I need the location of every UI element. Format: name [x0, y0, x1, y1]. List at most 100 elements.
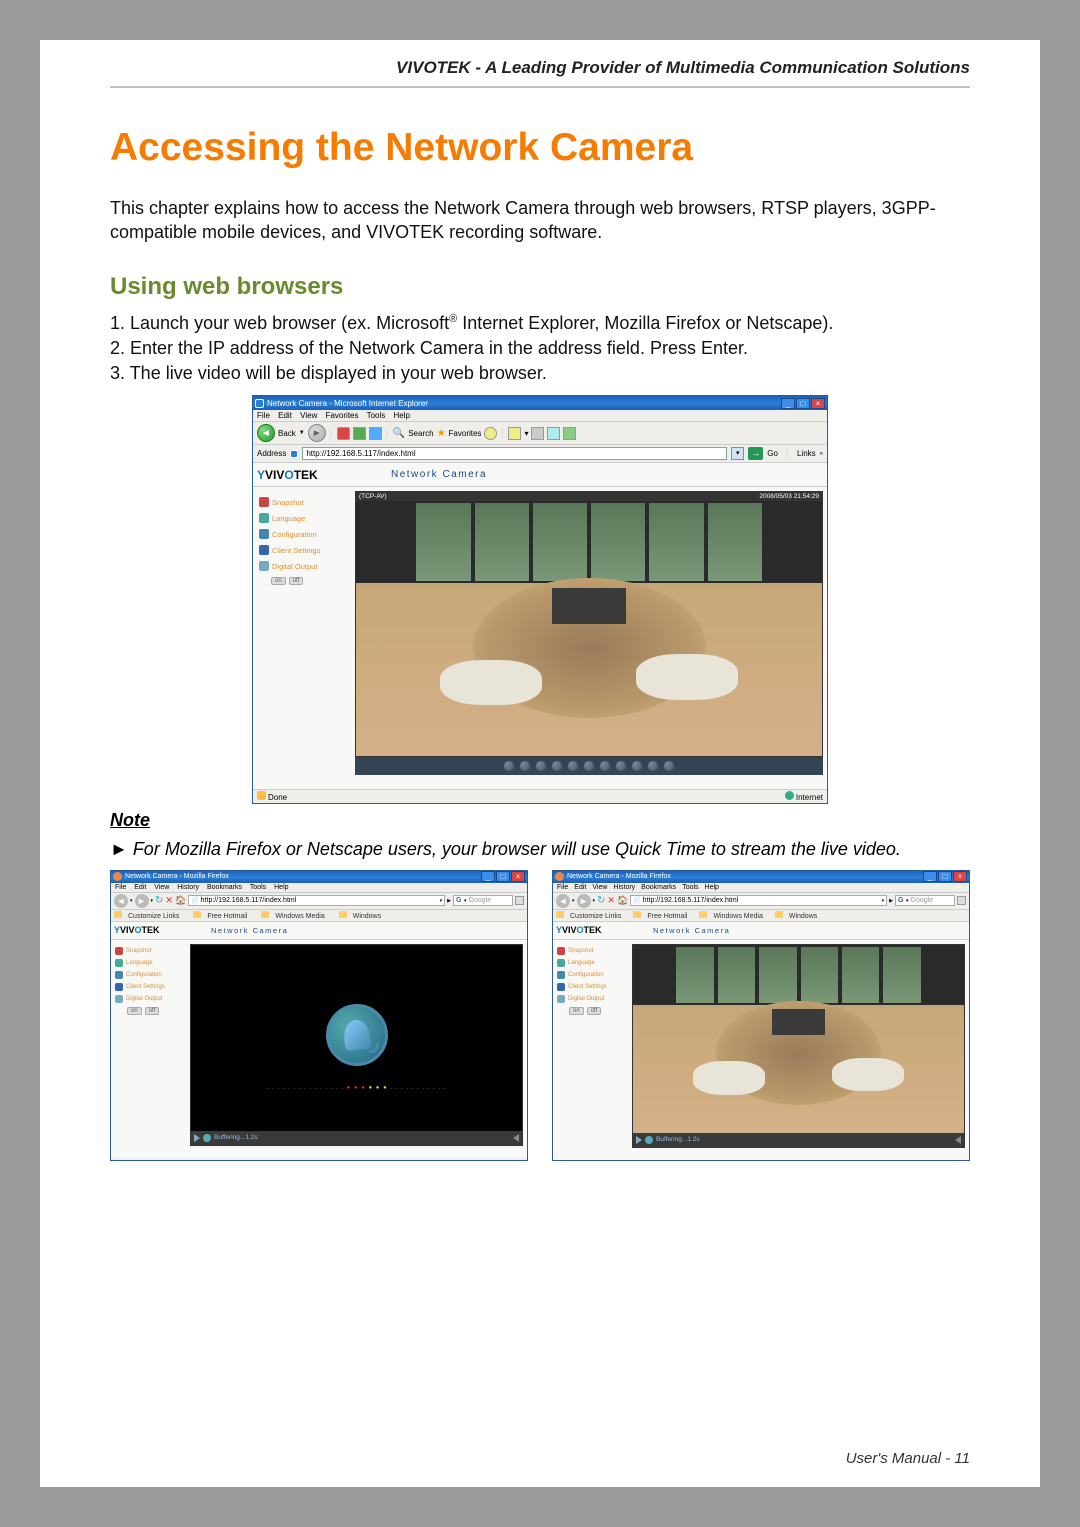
menu-edit[interactable]: Edit	[574, 884, 586, 891]
minimize-button[interactable]: _	[481, 871, 495, 882]
menu-tools[interactable]: Tools	[682, 884, 698, 891]
sidebar-item-snapshot[interactable]: Snapshot	[115, 947, 182, 955]
home-icon[interactable]: 🏠	[175, 895, 186, 906]
sidebar-item-language[interactable]: Language	[557, 959, 624, 967]
search-input[interactable]: G▾Google	[895, 895, 955, 906]
off-button[interactable]: off	[289, 577, 304, 585]
bmk-customize[interactable]: Customize Links	[556, 913, 627, 920]
reload-icon[interactable]: ↻	[155, 895, 163, 906]
menu-file[interactable]: File	[557, 884, 568, 891]
stop-icon[interactable]: ✕	[607, 895, 615, 906]
messenger-icon[interactable]	[563, 427, 576, 440]
home-icon[interactable]	[369, 427, 382, 440]
bmk-windowsmedia[interactable]: Windows Media	[261, 913, 330, 920]
back-button[interactable]: ◄	[114, 894, 128, 908]
refresh-icon[interactable]	[353, 427, 366, 440]
ctrl-btn[interactable]	[647, 760, 659, 772]
sidebar-item-digital-output[interactable]: Digital Output	[259, 561, 345, 571]
bmk-windows[interactable]: Windows	[339, 913, 387, 920]
bmk-hotmail[interactable]: Free Hotmail	[633, 913, 693, 920]
forward-button[interactable]: ►	[135, 894, 149, 908]
maximize-button[interactable]: □	[496, 871, 510, 882]
menu-history[interactable]: History	[613, 884, 635, 891]
ctrl-btn[interactable]	[663, 760, 675, 772]
sidebar-item-language[interactable]: Language	[259, 513, 345, 523]
search-icon[interactable]: 🔍	[393, 428, 405, 439]
ctrl-btn[interactable]	[583, 760, 595, 772]
menu-bookmarks[interactable]: Bookmarks	[207, 884, 242, 891]
sidebar-item-configuration[interactable]: Configuration	[115, 971, 182, 979]
stop-icon[interactable]	[337, 427, 350, 440]
sidebar-item-language[interactable]: Language	[115, 959, 182, 967]
sidebar-item-digital-output[interactable]: Digital Output	[557, 995, 624, 1003]
close-button[interactable]: ×	[811, 398, 825, 409]
home-icon[interactable]: 🏠	[617, 895, 628, 906]
sidebar-item-snapshot[interactable]: Snapshot	[259, 497, 345, 507]
menu-view[interactable]: View	[592, 884, 607, 891]
sidebar-item-snapshot[interactable]: Snapshot	[557, 947, 624, 955]
minimize-button[interactable]: _	[923, 871, 937, 882]
search-button[interactable]	[957, 896, 966, 905]
ctrl-btn[interactable]	[551, 760, 563, 772]
menu-view[interactable]: View	[154, 884, 169, 891]
close-button[interactable]: ×	[511, 871, 525, 882]
history-icon[interactable]	[484, 427, 497, 440]
ctrl-btn[interactable]	[503, 760, 515, 772]
play-button[interactable]	[194, 1134, 200, 1142]
menu-tools[interactable]: Tools	[367, 411, 386, 420]
sidebar-item-digital-output[interactable]: Digital Output	[115, 995, 182, 1003]
search-button[interactable]	[515, 896, 524, 905]
bmk-hotmail[interactable]: Free Hotmail	[193, 913, 253, 920]
ctrl-btn[interactable]	[519, 760, 531, 772]
menu-favorites[interactable]: Favorites	[326, 411, 359, 420]
on-button[interactable]: on	[271, 577, 286, 585]
mail-icon[interactable]	[508, 427, 521, 440]
on-button[interactable]: on	[569, 1007, 584, 1015]
menu-edit[interactable]: Edit	[278, 411, 292, 420]
bmk-windows[interactable]: Windows	[775, 913, 823, 920]
play-button[interactable]	[636, 1136, 642, 1144]
favorites-label[interactable]: Favorites	[449, 429, 482, 438]
ctrl-btn[interactable]	[567, 760, 579, 772]
back-button[interactable]: ◄	[257, 424, 275, 442]
bmk-customize[interactable]: Customize Links	[114, 913, 185, 920]
close-button[interactable]: ×	[953, 871, 967, 882]
address-input[interactable]: 📄http://192.168.5.117/index.html▾	[188, 895, 445, 906]
print-icon[interactable]	[531, 427, 544, 440]
menu-tools[interactable]: Tools	[250, 884, 266, 891]
maximize-button[interactable]: □	[938, 871, 952, 882]
address-input[interactable]	[302, 447, 727, 460]
back-button[interactable]: ◄	[556, 894, 570, 908]
off-button[interactable]: off	[587, 1007, 602, 1015]
address-input[interactable]: 📄http://192.168.5.117/index.html▾	[630, 895, 887, 906]
menu-button[interactable]	[955, 1136, 961, 1144]
reload-icon[interactable]: ↻	[597, 895, 605, 906]
go-button[interactable]: →	[748, 447, 763, 460]
menu-history[interactable]: History	[177, 884, 199, 891]
stop-icon[interactable]: ✕	[165, 895, 173, 906]
sidebar-item-configuration[interactable]: Configuration	[557, 971, 624, 979]
bmk-windowsmedia[interactable]: Windows Media	[699, 913, 768, 920]
ctrl-btn[interactable]	[631, 760, 643, 772]
menu-edit[interactable]: Edit	[134, 884, 146, 891]
menu-file[interactable]: File	[115, 884, 126, 891]
maximize-button[interactable]: □	[796, 398, 810, 409]
menu-file[interactable]: File	[257, 411, 270, 420]
sidebar-item-client-settings[interactable]: Client Settings	[557, 983, 624, 991]
favorites-icon[interactable]: ★	[437, 428, 446, 439]
links-label[interactable]: Links	[797, 449, 816, 458]
menu-help[interactable]: Help	[394, 411, 410, 420]
ctrl-btn[interactable]	[615, 760, 627, 772]
search-input[interactable]: G▾Google	[453, 895, 513, 906]
forward-button[interactable]: ►	[308, 424, 326, 442]
menu-help[interactable]: Help	[274, 884, 288, 891]
menu-bookmarks[interactable]: Bookmarks	[641, 884, 676, 891]
menu-button[interactable]	[513, 1134, 519, 1142]
menu-view[interactable]: View	[300, 411, 317, 420]
search-label[interactable]: Search	[408, 429, 433, 438]
sidebar-item-configuration[interactable]: Configuration	[259, 529, 345, 539]
menu-help[interactable]: Help	[705, 884, 719, 891]
off-button[interactable]: off	[145, 1007, 160, 1015]
ctrl-btn[interactable]	[599, 760, 611, 772]
edit-icon[interactable]	[547, 427, 560, 440]
